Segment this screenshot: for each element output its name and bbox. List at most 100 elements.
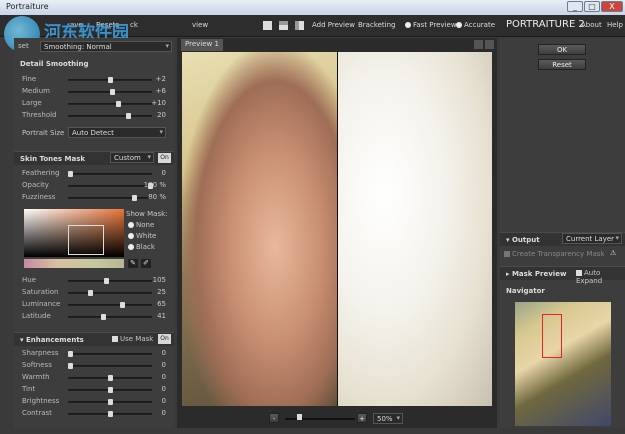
slider-knob[interactable] <box>68 351 73 357</box>
slider-value[interactable]: +10 <box>151 99 166 107</box>
slider-knob[interactable] <box>108 77 113 83</box>
slider-track[interactable] <box>68 103 152 105</box>
prev-preview-icon[interactable] <box>474 40 483 49</box>
slider-brightness[interactable]: Brightness 0 <box>22 396 170 407</box>
slider-feathering[interactable]: Feathering 0 <box>22 168 170 179</box>
fast-preview-radio[interactable]: Fast Preview <box>405 21 457 29</box>
slider-value[interactable]: 100 % <box>144 181 166 189</box>
minimize-button[interactable]: _ <box>567 1 583 12</box>
slider-contrast[interactable]: Contrast 0 <box>22 408 170 419</box>
slider-value[interactable]: 65 <box>157 300 166 308</box>
slider-track[interactable] <box>68 115 152 117</box>
slider-knob[interactable] <box>108 387 113 393</box>
maximize-button[interactable]: □ <box>584 1 600 12</box>
zoom-slider-knob[interactable] <box>297 414 302 420</box>
single-view-icon[interactable] <box>263 21 272 30</box>
use-mask-checkbox[interactable]: Use Mask <box>112 335 153 343</box>
slider-value[interactable]: 0 <box>162 373 166 381</box>
output-dropdown[interactable]: Current Layer <box>562 233 622 244</box>
slider-saturation[interactable]: Saturation 25 <box>22 287 170 298</box>
slider-track[interactable] <box>68 316 152 318</box>
slider-value[interactable]: +2 <box>156 75 166 83</box>
slider-sharpness[interactable]: Sharpness 0 <box>22 348 170 359</box>
slider-track[interactable] <box>68 304 152 306</box>
hue-strip[interactable] <box>24 259 124 268</box>
show-mask-black[interactable]: Black <box>128 243 155 251</box>
slider-luminance[interactable]: Luminance 65 <box>22 299 170 310</box>
slider-track[interactable] <box>68 365 152 367</box>
zoom-dropdown[interactable]: 50% <box>373 413 403 424</box>
slider-large[interactable]: Large +10 <box>22 98 170 109</box>
slider-threshold[interactable]: Threshold 20 <box>22 110 170 121</box>
portrait-size-dropdown[interactable]: Auto Detect <box>68 127 166 138</box>
slider-track[interactable] <box>68 353 152 355</box>
close-button[interactable]: X <box>601 1 623 12</box>
slider-value[interactable]: 25 <box>157 288 166 296</box>
slider-value[interactable]: 0 <box>162 361 166 369</box>
slider-medium[interactable]: Medium +6 <box>22 86 170 97</box>
eyedropper-icon[interactable]: ✎ <box>128 259 138 268</box>
enhancements-on-toggle[interactable]: On <box>158 334 171 344</box>
slider-knob[interactable] <box>68 171 73 177</box>
slider-warmth[interactable]: Warmth 0 <box>22 372 170 383</box>
preset-dropdown[interactable]: Smoothing: Normal <box>40 41 172 52</box>
navigator-viewport-box[interactable] <box>542 314 562 358</box>
about-link[interactable]: About <box>581 21 602 29</box>
color-picker[interactable] <box>24 209 124 257</box>
navigator-thumbnail[interactable] <box>515 302 611 426</box>
preview-tab[interactable]: Preview 1 <box>181 39 223 51</box>
show-mask-white[interactable]: White <box>128 232 156 240</box>
slider-softness[interactable]: Softness 0 <box>22 360 170 371</box>
menu-resets[interactable]: Resets <box>96 21 119 29</box>
zoom-track[interactable] <box>285 418 355 420</box>
slider-value[interactable]: 0 <box>162 349 166 357</box>
slider-knob[interactable] <box>100 314 106 320</box>
auto-expand-checkbox[interactable]: Auto Expand <box>576 269 625 285</box>
skin-mode-dropdown[interactable]: Custom <box>110 152 154 163</box>
mask-image[interactable] <box>338 52 492 406</box>
slider-knob[interactable] <box>88 290 93 296</box>
slider-knob[interactable] <box>116 101 121 107</box>
accurate-radio[interactable]: Accurate <box>456 21 495 29</box>
slider-knob[interactable] <box>120 302 125 308</box>
zoom-out-button[interactable]: - <box>269 413 279 423</box>
slider-knob[interactable] <box>104 278 109 284</box>
next-preview-icon[interactable] <box>485 40 494 49</box>
slider-fine[interactable]: Fine +2 <box>22 74 170 85</box>
split-vertical-icon[interactable] <box>295 21 304 30</box>
eyedropper-minus-icon[interactable]: ✐ <box>141 259 151 268</box>
bracketing-button[interactable]: Bracketing <box>358 21 396 29</box>
slider-track[interactable] <box>68 292 152 294</box>
skin-on-toggle[interactable]: On <box>158 153 171 163</box>
slider-knob[interactable] <box>108 375 113 381</box>
slider-knob[interactable] <box>125 113 131 119</box>
slider-knob[interactable] <box>132 195 137 201</box>
slider-track[interactable] <box>68 197 152 199</box>
slider-fuzziness[interactable]: Fuzziness 80 % <box>22 192 170 203</box>
zoom-in-button[interactable]: + <box>357 413 367 423</box>
slider-value[interactable]: 105 <box>153 276 166 284</box>
slider-hue[interactable]: Hue 105 <box>22 275 170 286</box>
slider-value[interactable]: 0 <box>162 169 166 177</box>
slider-track[interactable] <box>68 185 152 187</box>
slider-value[interactable]: +6 <box>156 87 166 95</box>
slider-opacity[interactable]: Opacity 100 % <box>22 180 170 191</box>
add-preview-button[interactable]: Add Preview <box>312 21 355 29</box>
help-link[interactable]: Help <box>607 21 623 29</box>
slider-value[interactable]: 0 <box>162 385 166 393</box>
slider-value[interactable]: 80 % <box>148 193 166 201</box>
create-transparency-checkbox[interactable]: Create Transparency Mask <box>504 250 604 258</box>
menu-save[interactable]: ave <box>70 21 83 29</box>
portrait-preview[interactable] <box>182 52 492 406</box>
slider-knob[interactable] <box>108 399 113 405</box>
reset-button[interactable]: Reset <box>538 59 586 70</box>
slider-track[interactable] <box>68 280 152 282</box>
slider-latitude[interactable]: Latitude 41 <box>22 311 170 322</box>
menu-third[interactable]: ck <box>130 21 138 29</box>
slider-knob[interactable] <box>68 363 73 369</box>
show-mask-none[interactable]: None <box>128 221 154 229</box>
slider-track[interactable] <box>68 173 152 175</box>
slider-value[interactable]: 0 <box>162 397 166 405</box>
slider-knob[interactable] <box>108 411 113 417</box>
slider-value[interactable]: 20 <box>157 111 166 119</box>
